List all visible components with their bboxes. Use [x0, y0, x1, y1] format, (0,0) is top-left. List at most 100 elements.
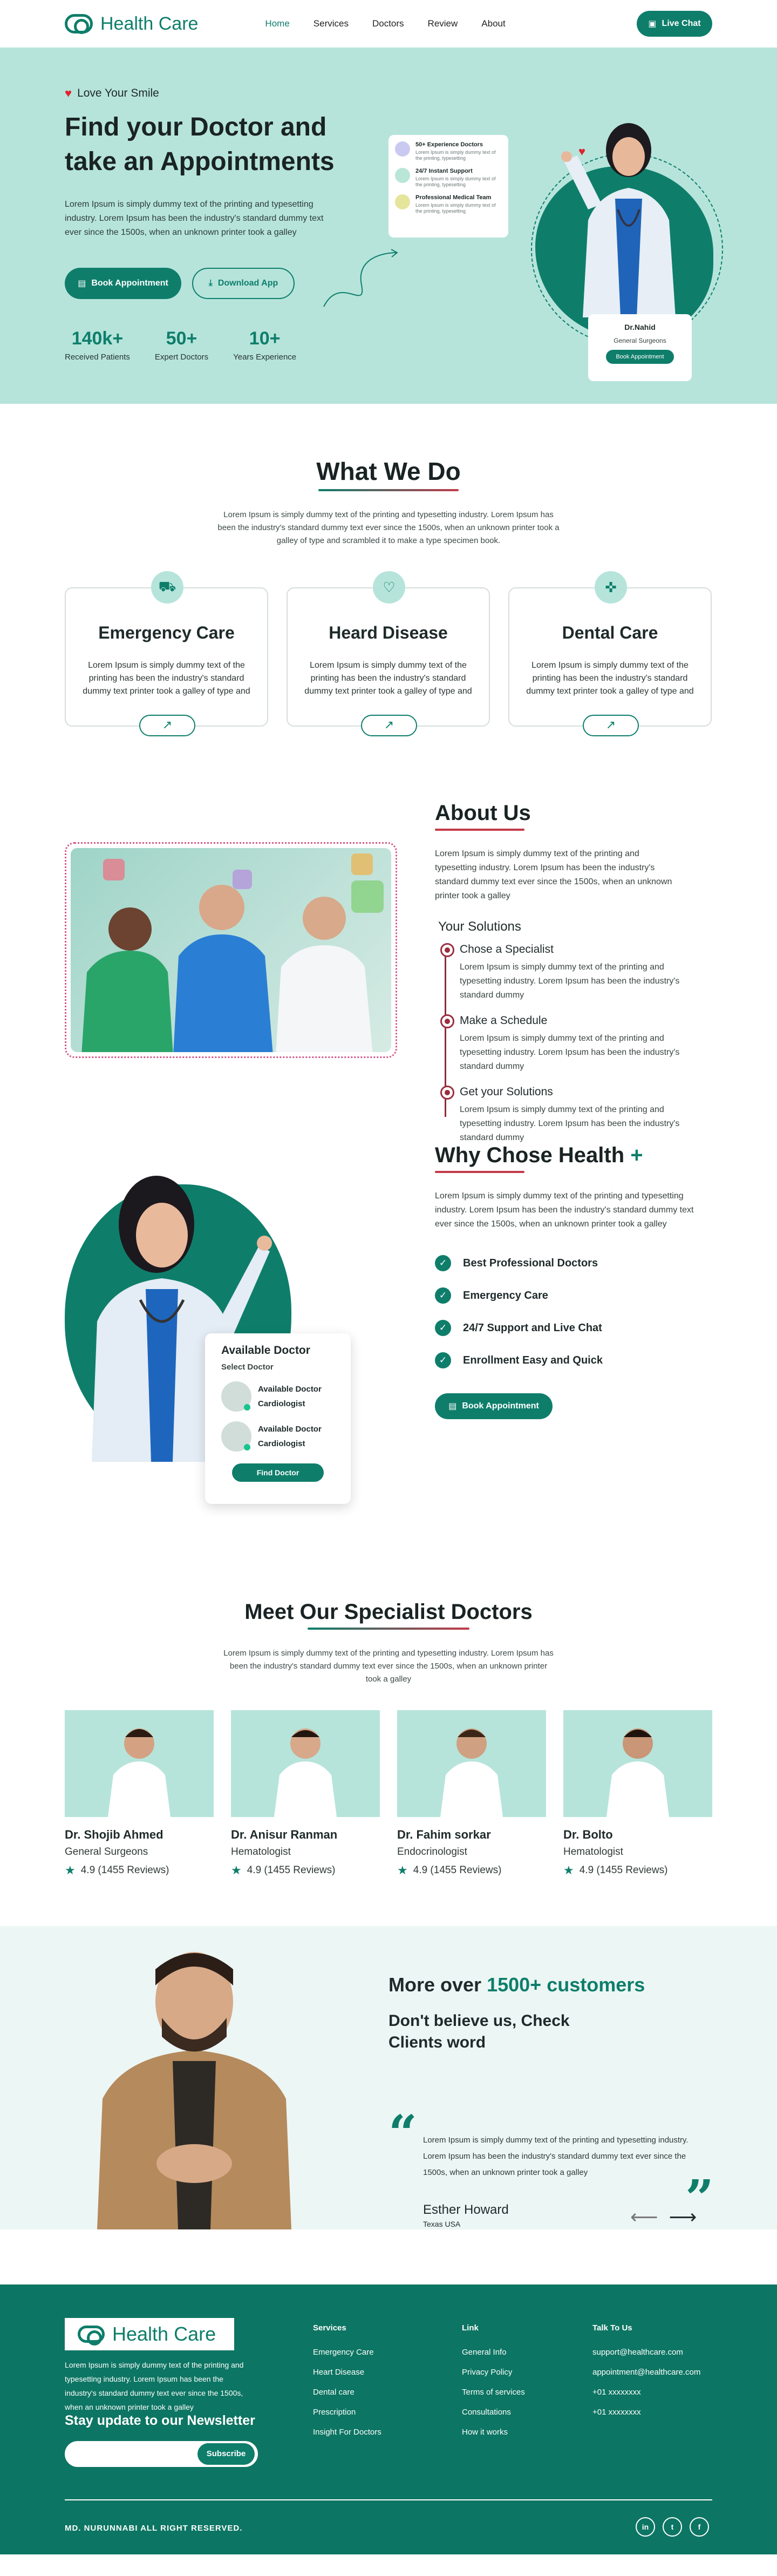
- doctor-card[interactable]: Dr. Anisur Ranman Hematologist ★ 4.9 (145…: [231, 1710, 380, 1877]
- footer-email[interactable]: support@healthcare.com: [592, 2348, 700, 2357]
- star-icon: ★: [65, 1863, 76, 1877]
- client-photo: [97, 1952, 291, 2229]
- hero-tagline: ♥ Love Your Smile: [65, 86, 159, 100]
- step-text: Lorem Ipsum is simply dummy text of the …: [460, 1034, 680, 1071]
- facebook-icon[interactable]: f: [690, 2517, 709, 2537]
- arrow-up-right-icon[interactable]: ↗: [583, 715, 639, 736]
- twitter-icon[interactable]: t: [663, 2517, 682, 2537]
- footer-email[interactable]: appointment@healthcare.com: [592, 2368, 700, 2377]
- step-item: Make a Schedule Lorem Ipsum is simply du…: [440, 1014, 683, 1074]
- star-icon: ★: [231, 1863, 242, 1877]
- logo-icon: [78, 2326, 105, 2345]
- service-card-emergency: ⛟ Emergency Care Lorem Ipsum is simply d…: [65, 571, 268, 736]
- why-item-text: Best Professional Doctors: [463, 1257, 598, 1269]
- nav-about[interactable]: About: [481, 18, 505, 29]
- doctor-role: Cardiologist: [258, 1439, 305, 1448]
- client-name: Esther Howard: [423, 2202, 509, 2217]
- linkedin-icon[interactable]: in: [636, 2517, 655, 2537]
- service-title: Heard Disease: [329, 623, 448, 642]
- footer-col-title: Services: [313, 2323, 346, 2333]
- stat-patients: 140k+ Received Patients: [65, 328, 130, 362]
- doctor-status: Available Doctor: [258, 1425, 322, 1434]
- hero-stats: 140k+ Received Patients 50+ Expert Docto…: [65, 328, 296, 362]
- doctor-book-button[interactable]: Book Appointment: [606, 350, 674, 364]
- solutions-title: Your Solutions: [438, 919, 521, 934]
- nav-review[interactable]: Review: [428, 18, 458, 29]
- feature-title: 50+ Experience Doctors: [415, 141, 483, 148]
- doctor-option[interactable]: Available Doctor Cardiologist: [221, 1421, 335, 1452]
- section-description: Lorem Ipsum is simply dummy text of the …: [223, 1649, 554, 1684]
- rating-text: 4.9 (1455 Reviews): [247, 1865, 336, 1876]
- step-title: Make a Schedule: [460, 1014, 548, 1027]
- live-chat-button[interactable]: ▣ Live Chat: [637, 11, 712, 37]
- arrow-up-right-icon[interactable]: ↗: [139, 715, 195, 736]
- chat-icon: ▣: [648, 19, 657, 29]
- nav-services[interactable]: Services: [313, 18, 349, 29]
- main-nav: Home Services Doctors Review About: [265, 18, 505, 29]
- stat-label: Expert Doctors: [154, 352, 209, 362]
- hero-section: ♥ Love Your Smile Find your Doctor and t…: [0, 48, 777, 404]
- plus-sign: +: [630, 1143, 643, 1167]
- title-underline: [435, 829, 524, 831]
- why-list-item: ✓ Best Professional Doctors: [435, 1255, 694, 1271]
- why-text: Why Chose Health + Lorem Ipsum is simply…: [435, 1143, 694, 1419]
- timeline-dot: [440, 1014, 454, 1028]
- logo-text: Health Care: [112, 2323, 216, 2345]
- footer-link[interactable]: Heart Disease: [313, 2368, 381, 2377]
- avatar: [221, 1381, 251, 1412]
- decorative-curve: [323, 249, 398, 307]
- footer-link[interactable]: Privacy Policy: [462, 2368, 525, 2377]
- footer-link[interactable]: Emergency Care: [313, 2348, 381, 2357]
- about-section: About Us Lorem Ipsum is simply dummy tex…: [0, 776, 777, 1142]
- service-card-heart: ♡ Heard Disease Lorem Ipsum is simply du…: [287, 571, 490, 736]
- footer-link[interactable]: Terms of services: [462, 2388, 525, 2397]
- doctor-card[interactable]: Dr. Bolto Hematologist ★ 4.9 (1455 Review…: [563, 1710, 712, 1877]
- nav-home[interactable]: Home: [265, 18, 289, 29]
- available-doctor-card: Available Doctor Select Doctor Available…: [205, 1333, 351, 1504]
- footer-col-links: Link General Info Privacy Policy Terms o…: [462, 2323, 525, 2448]
- book-appointment-button[interactable]: ▤ Book Appointment: [65, 268, 181, 299]
- footer-link[interactable]: Consultations: [462, 2408, 525, 2417]
- step-item: Chose a Specialist Lorem Ipsum is simply…: [440, 943, 683, 1002]
- stat-experience: 10+ Years Experience: [233, 328, 296, 362]
- copyright: MD. NURUNNABI ALL RIGHT RESERVED.: [65, 2524, 243, 2533]
- footer-link[interactable]: Insight For Doctors: [313, 2428, 381, 2437]
- why-list-item: ✓ Emergency Care: [435, 1287, 694, 1304]
- download-app-button[interactable]: ⤓ Download App: [192, 268, 295, 299]
- doctor-card[interactable]: Dr. Shojib Ahmed General Surgeons ★ 4.9 (…: [65, 1710, 214, 1877]
- feature-text: Lorem Ipsum is simply dummy text of the …: [415, 202, 496, 214]
- footer-link[interactable]: Dental care: [313, 2388, 381, 2397]
- arrow-right-icon[interactable]: ⟶: [669, 2206, 697, 2228]
- footer-phone[interactable]: +01 xxxxxxxx: [592, 2408, 700, 2417]
- arrow-up-right-icon[interactable]: ↗: [361, 715, 417, 736]
- subscribe-button[interactable]: Subscribe: [197, 2443, 255, 2465]
- testimonial-body: Lorem Ipsum is simply dummy text of the …: [423, 2136, 689, 2177]
- feature-item: Professional Medical Team Lorem Ipsum is …: [395, 194, 502, 214]
- footer-col-services: Services Emergency Care Heart Disease De…: [313, 2323, 381, 2448]
- live-chat-label: Live Chat: [662, 19, 701, 28]
- about-lead: Lorem Ipsum is simply dummy text of the …: [435, 849, 672, 900]
- doctor-option[interactable]: Available Doctor Cardiologist: [221, 1381, 335, 1412]
- arrow-left-icon[interactable]: ⟵: [630, 2206, 658, 2228]
- footer-link[interactable]: How it works: [462, 2428, 525, 2437]
- footer-link[interactable]: Prescription: [313, 2408, 381, 2417]
- doctor-role: General Surgeons: [65, 1846, 148, 1858]
- social-links: in t f: [636, 2517, 709, 2537]
- client-location: Texas USA: [423, 2220, 461, 2228]
- doctor-role: Hematologist: [563, 1846, 623, 1858]
- logo[interactable]: Health Care: [65, 13, 198, 35]
- feature-title: Professional Medical Team: [415, 194, 492, 201]
- quote-open-icon: “: [388, 2104, 417, 2163]
- find-doctor-button[interactable]: Find Doctor: [232, 1463, 324, 1482]
- why-book-button[interactable]: ▤ Book Appointment: [435, 1393, 553, 1419]
- service-text: Lorem Ipsum is simply dummy text of the …: [526, 661, 694, 696]
- doctor-card[interactable]: Dr. Fahim sorkar Endocrinologist ★ 4.9 (1…: [397, 1710, 546, 1877]
- footer-link[interactable]: General Info: [462, 2348, 525, 2357]
- feature-item: 50+ Experience Doctors Lorem Ipsum is sim…: [395, 141, 502, 161]
- footer-divider: [65, 2499, 712, 2500]
- nav-doctors[interactable]: Doctors: [372, 18, 404, 29]
- footer-logo[interactable]: Health Care: [65, 2318, 234, 2350]
- doctors-row: Dr. Shojib Ahmed General Surgeons ★ 4.9 (…: [65, 1710, 712, 1877]
- why-item-text: 24/7 Support and Live Chat: [463, 1321, 602, 1334]
- footer-phone[interactable]: +01 xxxxxxxx: [592, 2388, 700, 2397]
